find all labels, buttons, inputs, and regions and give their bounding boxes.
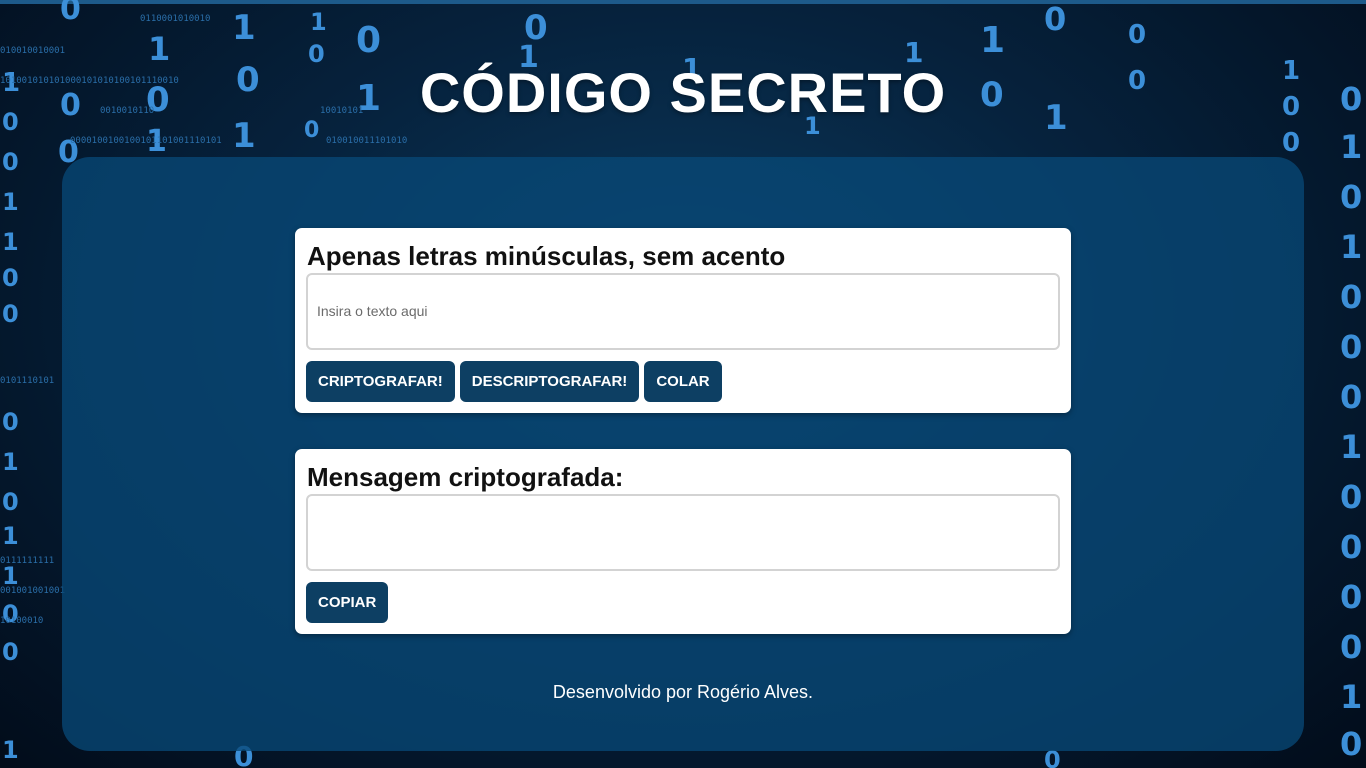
encrypt-card-heading: Apenas letras minúsculas, sem acento	[307, 241, 786, 271]
footer-credit: Desenvolvido por Rogério Alves.	[552, 682, 814, 702]
copy-button[interactable]: COPIAR	[306, 582, 389, 623]
action-button-row: CRIPTOGRAFAR! DESCRIPTOGRAFAR! COLAR	[306, 361, 722, 402]
copy-button-row: COPIAR	[306, 582, 389, 623]
message-input[interactable]	[306, 273, 1060, 350]
paste-button[interactable]: COLAR	[644, 361, 722, 402]
encrypt-card: Apenas letras minúsculas, sem acento CRI…	[295, 228, 1071, 413]
page-title: CÓDIGO SECRETO	[419, 61, 947, 124]
decrypt-button[interactable]: DESCRIPTOGRAFAR!	[459, 361, 640, 402]
top-border-bar	[0, 0, 1366, 4]
result-card-heading: Mensagem criptografada:	[307, 462, 624, 492]
result-card: Mensagem criptografada: COPIAR	[295, 449, 1071, 634]
encrypted-output[interactable]	[306, 494, 1060, 571]
encrypt-button[interactable]: CRIPTOGRAFAR!	[306, 361, 455, 402]
